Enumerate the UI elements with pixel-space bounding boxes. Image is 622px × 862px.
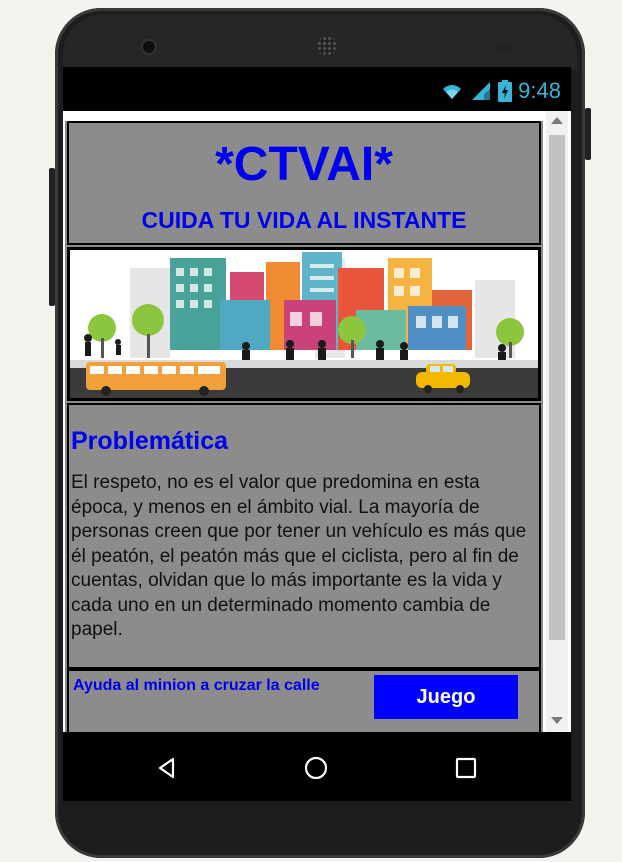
app-window: *CTVAI* CUIDA TU VIDA AL INSTANTE Proble… — [63, 111, 571, 732]
volume-button — [49, 168, 55, 306]
scroll-content: *CTVAI* CUIDA TU VIDA AL INSTANTE Proble… — [65, 121, 543, 732]
status-icons: 9:48 — [440, 78, 561, 104]
game-button[interactable]: Juego — [374, 675, 518, 719]
problem-title: Problemática — [71, 427, 229, 455]
front-camera — [143, 41, 155, 53]
phone-screen: 9:48 *CTVAI* CUIDA TU VIDA AL INSTANTE P… — [63, 67, 571, 801]
help-text: Ayuda al minion a cruzar la calle — [73, 677, 320, 694]
scroll-thumb[interactable] — [549, 135, 565, 640]
vertical-scrollbar[interactable] — [546, 111, 568, 732]
navigation-bar — [63, 732, 571, 801]
home-icon[interactable] — [298, 750, 334, 786]
app-subtitle: CUIDA TU VIDA AL INSTANTE — [141, 207, 467, 233]
signal-icon — [472, 82, 491, 100]
power-button — [585, 108, 591, 160]
battery-icon — [498, 80, 513, 102]
scroll-up-arrow-icon[interactable] — [551, 117, 563, 124]
status-time: 9:48 — [518, 78, 561, 103]
wifi-icon — [443, 85, 462, 99]
app-title: *CTVAI* — [215, 138, 393, 191]
phone-top-bezel — [63, 14, 577, 70]
earpiece-speaker — [317, 36, 337, 56]
city-street-illustration — [70, 250, 538, 398]
scroll-down-arrow-icon[interactable] — [551, 717, 563, 724]
app-header: *CTVAI* CUIDA TU VIDA AL INSTANTE — [67, 121, 541, 245]
problem-body: El respeto, no es el valor que predomina… — [71, 472, 527, 640]
problem-section: Problemática El respeto, no es el valor … — [67, 403, 541, 669]
proximity-sensor — [493, 44, 515, 50]
back-icon[interactable] — [149, 750, 185, 786]
status-bar: 9:48 — [63, 67, 571, 111]
footer-bar: Ayuda al minion a cruzar la calle Juego — [67, 669, 541, 732]
recents-icon[interactable] — [448, 750, 484, 786]
city-banner-image — [67, 247, 541, 401]
